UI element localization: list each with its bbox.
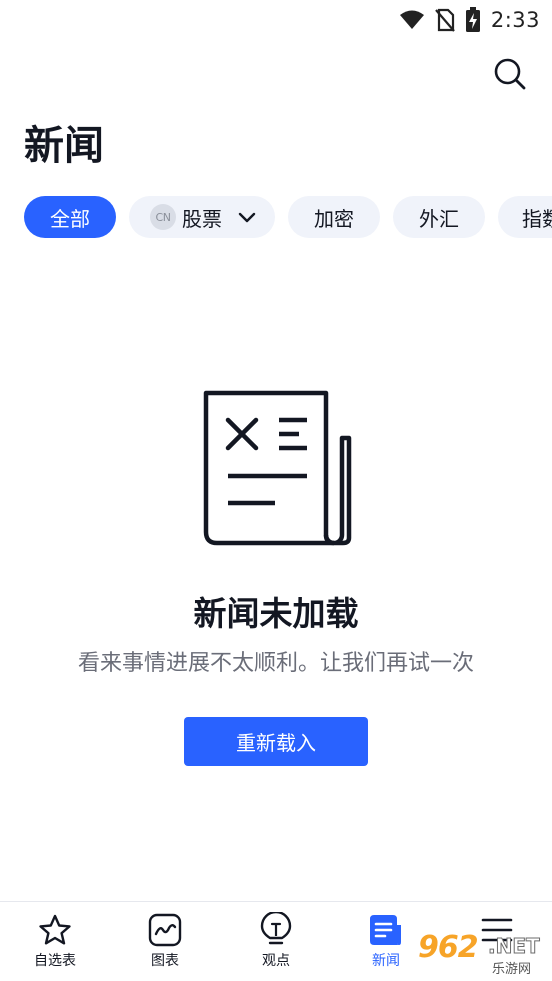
- filter-chip-crypto[interactable]: 加密: [288, 196, 380, 238]
- search-icon: [494, 58, 526, 90]
- filter-chip-label: 指数: [522, 206, 552, 231]
- lightbulb-icon: [259, 912, 293, 948]
- filter-chip-index[interactable]: 指数: [498, 196, 552, 238]
- filter-chip-label: 外汇: [419, 206, 459, 231]
- country-badge: CN: [150, 204, 176, 230]
- menu-icon: [481, 912, 513, 948]
- status-time: 2:33: [490, 8, 540, 32]
- page-title: 新闻: [24, 123, 104, 169]
- filter-chip-label: 股票: [182, 206, 222, 231]
- news-screen: 2:33 新闻 全部 CN 股票 加密 外汇 指数: [0, 0, 552, 981]
- nav-item-ideas[interactable]: 观点: [231, 902, 321, 981]
- empty-state-title: 新闻未加载: [193, 594, 359, 633]
- filter-chip-stock[interactable]: CN 股票: [129, 196, 275, 238]
- no-sim-icon: [434, 8, 455, 32]
- nav-item-menu[interactable]: [452, 902, 542, 981]
- news-icon: [368, 912, 404, 948]
- chart-icon: [148, 912, 182, 948]
- nav-item-label: 观点: [262, 953, 290, 969]
- filter-chip-label: 全部: [50, 206, 90, 231]
- newspaper-error-icon: [203, 390, 353, 546]
- nav-item-chart[interactable]: 图表: [120, 902, 210, 981]
- filter-chip-forex[interactable]: 外汇: [393, 196, 485, 238]
- status-bar: 2:33: [0, 0, 552, 40]
- wifi-icon: [399, 10, 425, 30]
- chevron-down-icon: [238, 212, 256, 223]
- search-button[interactable]: [492, 56, 528, 92]
- category-filter-bar: 全部 CN 股票 加密 外汇 指数: [24, 196, 552, 238]
- nav-item-label: 新闻: [372, 953, 400, 969]
- filter-chip-all[interactable]: 全部: [24, 196, 116, 238]
- nav-item-news[interactable]: 新闻: [341, 902, 431, 981]
- nav-item-label: 自选表: [34, 953, 76, 969]
- nav-item-label: 图表: [151, 953, 179, 969]
- reload-button[interactable]: 重新载入: [184, 717, 368, 766]
- bottom-navigation: 自选表 图表 观点 新闻: [0, 901, 552, 981]
- empty-state-description: 看来事情进展不太顺利。让我们再试一次: [77, 651, 474, 676]
- battery-charging-icon: [465, 7, 481, 33]
- nav-item-watchlist[interactable]: 自选表: [10, 902, 100, 981]
- star-icon: [38, 912, 72, 948]
- filter-chip-label: 加密: [314, 206, 354, 231]
